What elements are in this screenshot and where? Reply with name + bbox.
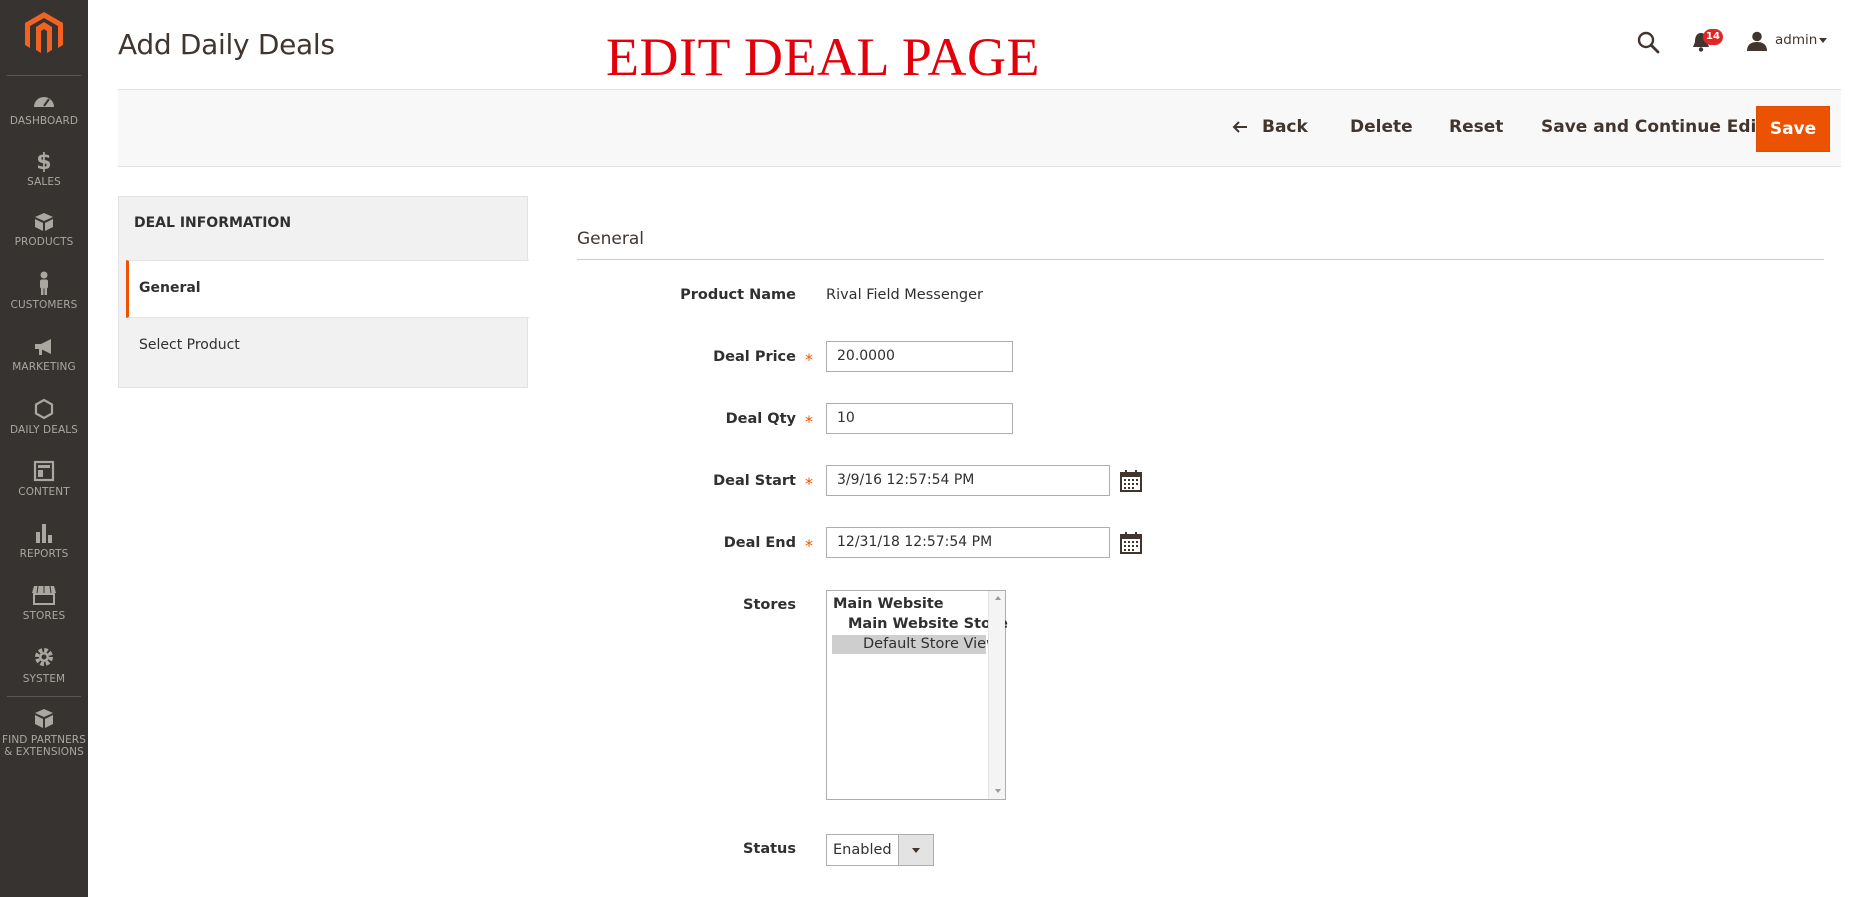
boxes-icon [35, 709, 53, 728]
magento-logo-icon[interactable] [25, 12, 63, 56]
calendar-icon[interactable] [1119, 470, 1143, 492]
chevron-down-icon[interactable] [1819, 38, 1827, 43]
store-option-website[interactable]: Main Website [833, 596, 944, 612]
menu-divider [7, 75, 81, 76]
deal-end-input[interactable]: 12/31/18 12:57:54 PM [826, 527, 1110, 558]
store-option-default-view[interactable]: Default Store View [863, 636, 998, 652]
menu-item-customers[interactable]: CUSTOMERS [0, 271, 88, 311]
menu-item-label: FIND PARTNERS [2, 734, 86, 746]
required-marker: * [805, 536, 813, 555]
menu-item-find-partners[interactable]: FIND PARTNERS & EXTENSIONS [0, 708, 88, 758]
menu-item-label: SALES [27, 176, 61, 188]
required-marker: * [805, 412, 813, 431]
menu-item-label: MARKETING [12, 361, 76, 373]
search-icon[interactable] [1636, 30, 1660, 54]
notification-badge[interactable]: 14 [1703, 29, 1723, 45]
menu-item-label: CUSTOMERS [10, 299, 78, 311]
admin-sidebar: DASHBOARD $ SALES PRODUCTS CUSTOMERS MAR… [0, 0, 88, 897]
menu-item-label: SYSTEM [22, 673, 66, 685]
required-marker: * [805, 474, 813, 493]
tab-select-product[interactable]: Select Product [139, 337, 240, 353]
menu-item-daily-deals[interactable]: DAILY DEALS [0, 398, 88, 436]
status-select[interactable]: Enabled [826, 834, 934, 866]
product-name-label: Product Name [680, 287, 796, 303]
menu-item-label: DAILY DEALS [10, 424, 78, 436]
user-icon[interactable] [1746, 31, 1768, 51]
tab-general-label[interactable]: General [139, 280, 201, 296]
menu-item-content[interactable]: CONTENT [0, 460, 88, 498]
menu-item-products[interactable]: PRODUCTS [0, 212, 88, 248]
tabs-title: DEAL INFORMATION [134, 215, 292, 231]
menu-item-label: STORES [22, 610, 66, 622]
stores-label: Stores [743, 597, 796, 613]
menu-item-stores[interactable]: STORES [0, 584, 88, 622]
megaphone-icon [35, 339, 51, 355]
menu-item-sales[interactable]: $ SALES [0, 150, 88, 188]
store-option-store[interactable]: Main Website Store [848, 616, 1008, 632]
svg-text:$: $ [36, 150, 51, 172]
section-divider [577, 259, 1824, 260]
delete-button[interactable]: Delete [1350, 117, 1413, 137]
menu-item-label: PRODUCTS [14, 236, 74, 248]
scrollbar[interactable] [988, 591, 1005, 799]
layout-icon [33, 460, 55, 482]
store-icon [32, 585, 56, 605]
arrow-left-icon[interactable] [1232, 120, 1248, 134]
deal-price-label: Deal Price [713, 349, 796, 365]
calendar-icon[interactable] [1119, 532, 1143, 554]
product-name-value: Rival Field Messenger [826, 287, 984, 303]
status-dropdown-button[interactable] [898, 835, 933, 865]
status-selected-value: Enabled [833, 842, 892, 858]
menu-divider [7, 696, 81, 697]
gear-icon [35, 648, 53, 666]
deal-end-label: Deal End [723, 535, 796, 551]
scroll-up-icon[interactable] [995, 596, 1001, 600]
reset-button[interactable]: Reset [1449, 117, 1503, 137]
menu-item-marketing[interactable]: MARKETING [0, 337, 88, 373]
dashboard-icon [34, 97, 54, 107]
section-title: General [577, 229, 644, 249]
stores-multiselect[interactable]: Main Website Main Website Store Default … [826, 590, 1008, 800]
deal-start-label: Deal Start [713, 473, 796, 489]
deal-qty-input[interactable]: 10 [826, 403, 1013, 434]
save-and-continue-button[interactable]: Save and Continue Edit [1541, 117, 1765, 137]
dollar-icon: $ [36, 150, 51, 172]
user-menu-label[interactable]: admin [1775, 32, 1817, 48]
person-icon [40, 271, 48, 295]
menu-item-label: DASHBOARD [9, 115, 79, 127]
hexagon-icon [34, 398, 54, 420]
menu-item-dashboard[interactable]: DASHBOARD [0, 91, 88, 127]
scroll-down-icon[interactable] [995, 789, 1001, 793]
status-label: Status [742, 841, 796, 857]
save-button[interactable]: Save [1756, 106, 1830, 152]
back-button[interactable]: Back [1262, 117, 1308, 137]
required-marker: * [805, 350, 813, 369]
menu-item-label: CONTENT [18, 486, 70, 498]
menu-item-reports[interactable]: REPORTS [0, 522, 88, 560]
bar-chart-icon [36, 524, 52, 543]
menu-item-system[interactable]: SYSTEM [0, 645, 88, 685]
deal-start-input[interactable]: 3/9/16 12:57:54 PM [826, 465, 1110, 496]
menu-item-label: REPORTS [19, 548, 69, 560]
chevron-down-icon [912, 848, 920, 853]
menu-item-label-line2: & EXTENSIONS [4, 746, 84, 758]
cube-icon [35, 213, 53, 231]
overlay-caption: EDIT DEAL PAGE [606, 27, 1040, 87]
deal-qty-label: Deal Qty [725, 411, 796, 427]
deal-price-input[interactable]: 20.0000 [826, 341, 1013, 372]
page-title: Add Daily Deals [118, 28, 335, 61]
